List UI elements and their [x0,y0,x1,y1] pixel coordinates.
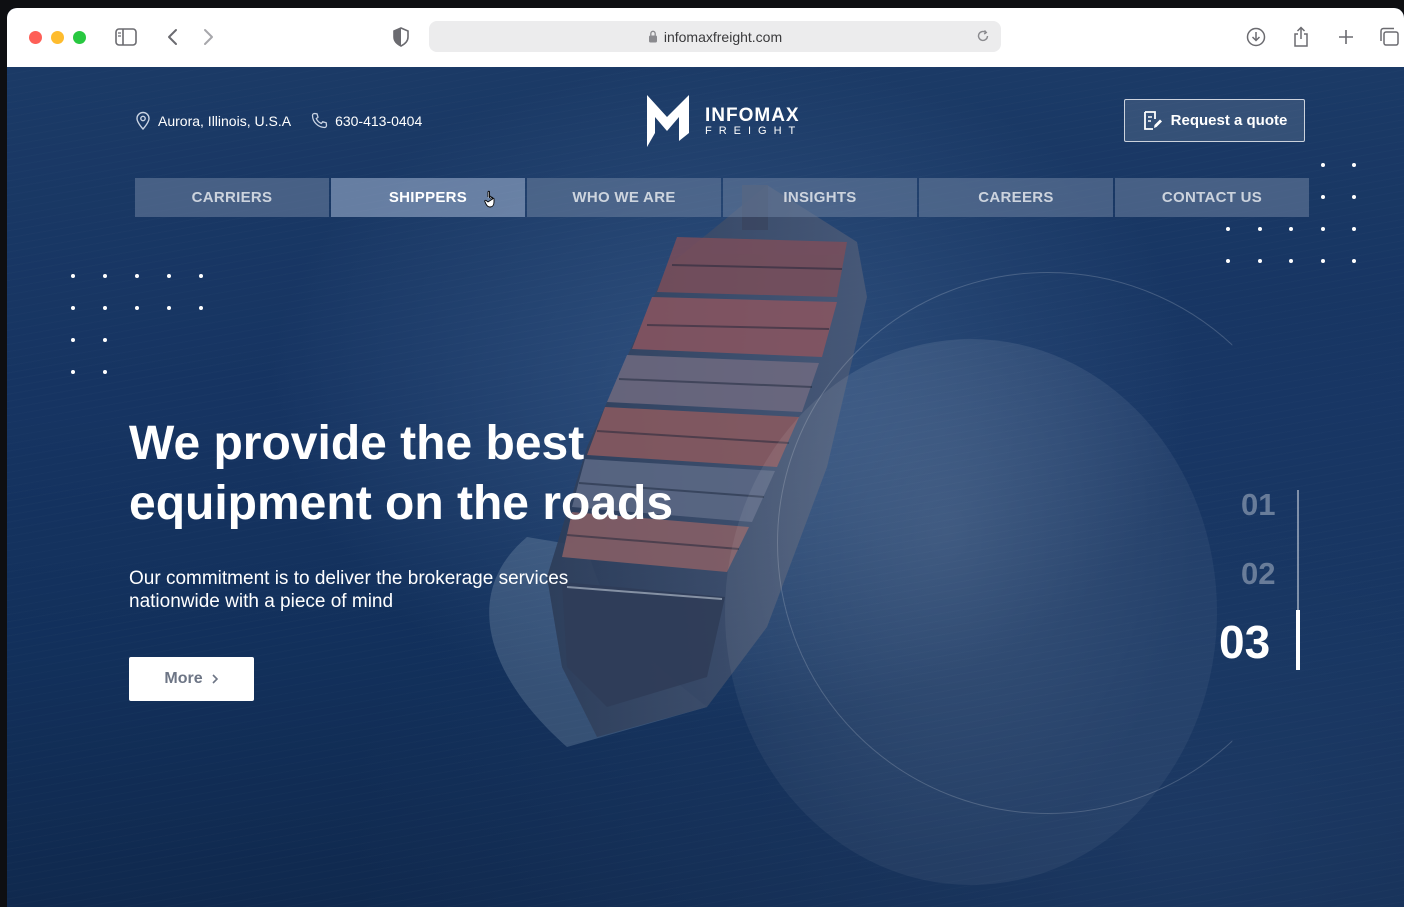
phone-info[interactable]: 630-413-0404 [311,112,422,129]
browser-window: infomaxfreight.com Aurora, Illinois, U.S… [7,8,1404,907]
download-icon[interactable] [1241,22,1271,52]
slide-indicator-02[interactable]: 02 [1241,556,1378,592]
privacy-shield-icon[interactable] [386,22,416,52]
location-info: Aurora, Illinois, U.S.A [135,111,291,130]
lock-icon [648,30,657,43]
share-icon[interactable] [1286,22,1316,52]
phone-text: 630-413-0404 [335,112,423,129]
phone-icon [311,112,328,129]
request-quote-button[interactable]: Request a quote [1124,99,1305,142]
nav-label: INSIGHTS [783,189,857,206]
site-logo[interactable]: INFOMAX FREIGHT [645,93,802,149]
hero-title-line2: equipment on the roads [129,477,674,530]
new-tab-icon[interactable] [1331,22,1361,52]
forward-icon[interactable] [193,22,223,52]
browser-toolbar: infomaxfreight.com [7,8,1404,68]
dot-pattern-left [71,274,231,402]
location-pin-icon [136,111,150,130]
request-quote-label: Request a quote [1170,112,1288,129]
contact-info: Aurora, Illinois, U.S.A 630-413-0404 [135,111,422,130]
address-bar[interactable]: infomaxfreight.com [429,21,1001,52]
hero-subtitle-line1: Our commitment is to deliver the brokera… [129,568,569,589]
logo-sub-text: FREIGHT [705,124,803,137]
hand-cursor-icon [484,190,495,208]
nav-item-shippers[interactable]: SHIPPERS [331,178,525,217]
nav-item-careers[interactable]: CAREERS [919,178,1113,217]
nav-label: CONTACT US [1161,189,1263,206]
nav-item-carriers[interactable]: CARRIERS [135,178,329,217]
sidebar-toggle-icon[interactable] [111,22,141,52]
slide-progress-active [1296,610,1300,670]
nav-item-insights[interactable]: INSIGHTS [723,178,917,217]
edit-document-icon [1143,111,1162,130]
hero-section: Aurora, Illinois, U.S.A 630-413-0404 INF… [7,67,1404,907]
hero-title-line1: We provide the best [129,417,585,470]
nav-label: CARRIERS [191,189,273,206]
main-nav: CARRIERS SHIPPERS WHO WE ARE INSIGHTS CA… [135,178,1309,217]
close-window-button[interactable] [29,31,42,44]
more-button[interactable]: More [129,657,254,701]
back-icon[interactable] [158,22,188,52]
logo-main-text: INFOMAX [705,104,800,126]
logo-mark-icon [647,95,689,147]
more-button-label: More [164,670,203,687]
decorative-circle [725,339,1217,885]
nav-item-who-we-are[interactable]: WHO WE ARE [527,178,721,217]
slide-indicator-01[interactable]: 01 [1241,487,1378,523]
hero-title: We provide the best equipment on the roa… [129,414,769,534]
minimize-window-button[interactable] [51,31,64,44]
chevron-right-icon [212,674,218,684]
tab-overview-icon[interactable] [1375,22,1404,52]
nav-label: SHIPPERS [388,189,468,206]
zoom-window-button[interactable] [73,31,86,44]
location-text: Aurora, Illinois, U.S.A [158,112,292,129]
url-text: infomaxfreight.com [663,28,783,45]
hero-subtitle-line2: nationwide with a piece of mind [129,591,394,612]
reload-icon[interactable] [971,24,995,48]
hero-subtitle: Our commitment is to deliver the brokera… [129,567,649,613]
nav-label: CAREERS [978,189,1054,206]
nav-label: WHO WE ARE [572,189,676,206]
nav-item-contact-us[interactable]: CONTACT US [1115,178,1309,217]
